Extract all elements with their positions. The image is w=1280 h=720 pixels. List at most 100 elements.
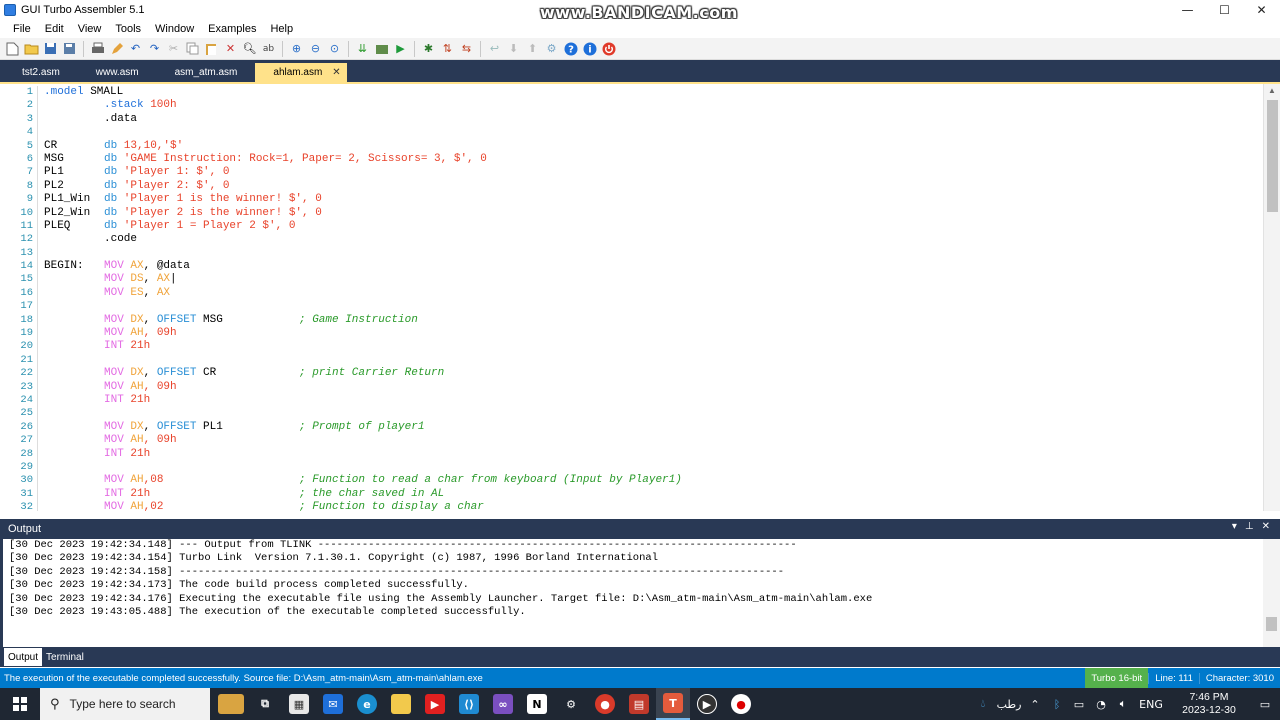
paste-icon[interactable] bbox=[204, 41, 220, 57]
assemble-icon[interactable]: ⇊ bbox=[355, 41, 371, 57]
store-icon[interactable]: ▦ bbox=[282, 688, 316, 720]
new-file-icon[interactable] bbox=[5, 41, 21, 57]
code-line[interactable]: PL1_Win db 'Player 1 is the winner! $', 0 bbox=[44, 193, 1254, 206]
code-line[interactable] bbox=[44, 126, 1254, 139]
undo-icon[interactable]: ↶ bbox=[128, 41, 144, 57]
code-line[interactable] bbox=[44, 247, 1254, 260]
code-line[interactable]: MOV ES, AX bbox=[44, 287, 1254, 300]
print-icon[interactable] bbox=[90, 41, 106, 57]
save-all-icon[interactable] bbox=[62, 41, 78, 57]
media-player-icon[interactable]: ▶ bbox=[690, 688, 724, 720]
code-line[interactable]: MOV AH, 09h bbox=[44, 327, 1254, 340]
menu-window[interactable]: Window bbox=[148, 23, 201, 35]
code-line[interactable]: CR db 13,10,'$' bbox=[44, 140, 1254, 153]
tray-expand-icon[interactable]: ⌃ bbox=[1024, 698, 1046, 711]
vscode-icon[interactable]: ⟨⟩ bbox=[452, 688, 486, 720]
chrome-icon[interactable]: ● bbox=[588, 688, 622, 720]
volume-icon[interactable]: 🔈︎ bbox=[1112, 697, 1134, 711]
menu-edit[interactable]: Edit bbox=[38, 23, 71, 35]
scrollbar-thumb[interactable] bbox=[1266, 617, 1277, 631]
code-line[interactable]: PL2_Win db 'Player 2 is the winner! $', 0 bbox=[44, 207, 1254, 220]
code-line[interactable]: INT 21h bbox=[44, 340, 1254, 353]
code-line[interactable]: PL1 db 'Player 1: $', 0 bbox=[44, 166, 1254, 179]
tab-tst2[interactable]: tst2.asm bbox=[4, 63, 78, 82]
code-area[interactable]: .model SMALL .stack 100h .data CR db 13,10,'… bbox=[44, 86, 1254, 511]
minimize-button[interactable]: — bbox=[1169, 0, 1206, 19]
menu-file[interactable]: File bbox=[6, 23, 38, 35]
code-line[interactable]: .code bbox=[44, 233, 1254, 246]
code-line[interactable]: MOV DX, OFFSET PL1 ; Prompt of player1 bbox=[44, 421, 1254, 434]
output-scrollbar[interactable] bbox=[1263, 539, 1280, 647]
tab-ahlam[interactable]: ahlam.asm ✕ bbox=[255, 63, 347, 82]
scroll-up-icon[interactable]: ▲ bbox=[1264, 84, 1280, 98]
menu-examples[interactable]: Examples bbox=[201, 23, 263, 35]
menu-view[interactable]: View bbox=[71, 23, 109, 35]
code-line[interactable]: INT 21h bbox=[44, 394, 1254, 407]
run-icon[interactable]: ▶ bbox=[393, 41, 409, 57]
debug-icon[interactable]: ✱ bbox=[421, 41, 437, 57]
close-tab-icon[interactable]: ✕ bbox=[332, 67, 340, 78]
code-line[interactable]: MOV AH, 09h bbox=[44, 434, 1254, 447]
info-icon[interactable]: i bbox=[582, 41, 598, 57]
code-line[interactable] bbox=[44, 407, 1254, 420]
code-line[interactable]: MOV DS, AX| bbox=[44, 273, 1254, 286]
code-line[interactable]: BEGIN: MOV AX, @data bbox=[44, 260, 1254, 273]
tab-output[interactable]: Output bbox=[4, 648, 43, 666]
back-icon[interactable]: ↩ bbox=[487, 41, 503, 57]
open-folder-icon[interactable] bbox=[24, 41, 40, 57]
youtube-icon[interactable]: ▶ bbox=[418, 688, 452, 720]
edge-browser-icon[interactable]: e bbox=[350, 688, 384, 720]
pin-icon[interactable]: ⊥ bbox=[1245, 521, 1254, 532]
replace-icon[interactable]: ab bbox=[261, 41, 277, 57]
weather-icon[interactable]: 💧︎ bbox=[972, 697, 994, 711]
code-line[interactable]: MOV AH, 09h bbox=[44, 381, 1254, 394]
code-line[interactable]: MOV DX, OFFSET MSG ; Game Instruction bbox=[44, 314, 1254, 327]
output-log[interactable]: [30 Dec 2023 19:42:34.148] --- Output fr… bbox=[0, 539, 1280, 647]
scrollbar-thumb[interactable] bbox=[1267, 100, 1278, 212]
code-line[interactable]: .stack 100h bbox=[44, 99, 1254, 112]
breakpoint-icon[interactable]: ⇅ bbox=[440, 41, 456, 57]
news-widget-icon[interactable] bbox=[214, 688, 248, 720]
bluetooth-icon[interactable]: ᛒ bbox=[1046, 698, 1068, 711]
task-view-icon[interactable]: ⧉ bbox=[248, 688, 282, 720]
code-line[interactable] bbox=[44, 300, 1254, 313]
code-line[interactable]: PLEQ db 'Player 1 = Player 2 $', 0 bbox=[44, 220, 1254, 233]
edit-icon[interactable] bbox=[109, 41, 125, 57]
build-icon[interactable] bbox=[374, 41, 390, 57]
find-icon[interactable]: 🔍︎ bbox=[242, 41, 258, 57]
notifications-icon[interactable]: ▭ bbox=[1250, 698, 1280, 711]
code-line[interactable]: PL2 db 'Player 2: $', 0 bbox=[44, 180, 1254, 193]
up-arrow-icon[interactable]: ⬆ bbox=[525, 41, 541, 57]
tab-www[interactable]: www.asm bbox=[78, 63, 157, 82]
panel-menu-icon[interactable]: ▾ bbox=[1232, 521, 1237, 532]
taskbar-search[interactable]: ⚲ Type here to search bbox=[40, 688, 210, 720]
pdf-reader-icon[interactable]: ▤ bbox=[622, 688, 656, 720]
zoom-in-icon[interactable]: ⊕ bbox=[289, 41, 305, 57]
down-arrow-icon[interactable]: ⬇ bbox=[506, 41, 522, 57]
code-line[interactable]: INT 21h ; the char saved in AL bbox=[44, 488, 1254, 501]
save-icon[interactable] bbox=[43, 41, 59, 57]
code-line[interactable]: MOV AH,08 ; Function to read a char from … bbox=[44, 474, 1254, 487]
delete-icon[interactable]: ✕ bbox=[223, 41, 239, 57]
copy-icon[interactable] bbox=[185, 41, 201, 57]
code-line[interactable]: MOV DX, OFFSET CR ; print Carrier Return bbox=[44, 367, 1254, 380]
weather-label[interactable]: رطب bbox=[994, 698, 1024, 711]
battery-icon[interactable]: ▭ bbox=[1068, 698, 1090, 711]
turbo-assembler-taskbar-icon[interactable]: T bbox=[656, 688, 690, 720]
code-line[interactable]: .data bbox=[44, 113, 1254, 126]
start-button[interactable] bbox=[0, 688, 40, 720]
redo-icon[interactable]: ↷ bbox=[147, 41, 163, 57]
tab-asm-atm[interactable]: asm_atm.asm bbox=[157, 63, 256, 82]
code-line[interactable]: .model SMALL bbox=[44, 86, 1254, 99]
power-icon[interactable] bbox=[601, 41, 617, 57]
code-line[interactable]: INT 21h bbox=[44, 448, 1254, 461]
tab-terminal[interactable]: Terminal bbox=[42, 648, 88, 666]
settings-icon[interactable]: ⚙ bbox=[544, 41, 560, 57]
settings-app-icon[interactable]: ⚙ bbox=[554, 688, 588, 720]
code-line[interactable]: MOV AH,02 ; Function to display a char bbox=[44, 501, 1254, 511]
code-editor[interactable]: 1 2 3 4 5 6 7 8 9 10 11 12 13 14 15 16 17 18 19 20 21 22 23 24 2… bbox=[0, 82, 1280, 511]
code-line[interactable]: MSG db 'GAME Instruction: Rock=1, Paper= … bbox=[44, 153, 1254, 166]
clock[interactable]: 7:46 PM 2023-12-30 bbox=[1168, 691, 1250, 717]
code-line[interactable] bbox=[44, 354, 1254, 367]
language-indicator[interactable]: ENG bbox=[1134, 698, 1168, 711]
